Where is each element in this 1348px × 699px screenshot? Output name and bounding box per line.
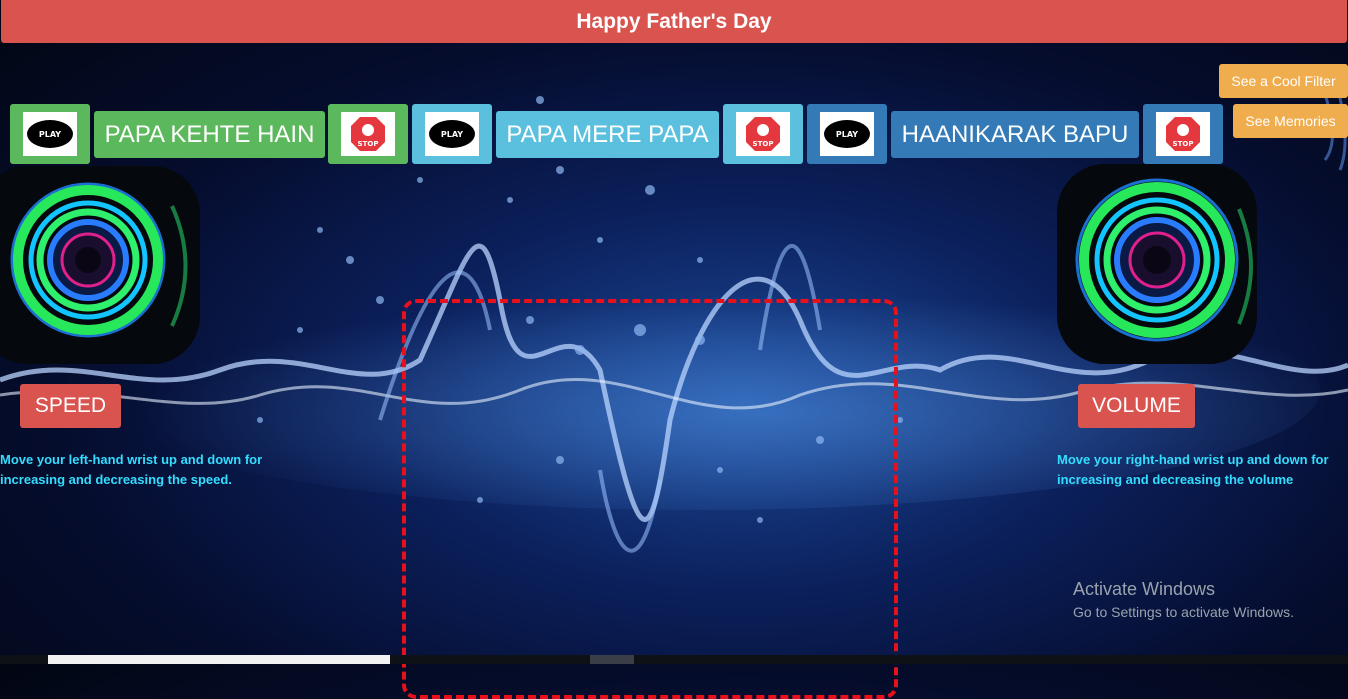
watermark-line-2: Go to Settings to activate Windows. bbox=[1073, 604, 1294, 620]
play-icon: PLAY bbox=[820, 112, 874, 156]
song-button-papa-kehte-hain[interactable]: PAPA KEHTE HAIN bbox=[94, 111, 325, 158]
speaker-icon bbox=[1057, 164, 1257, 364]
see-memories-label: See Memories bbox=[1245, 113, 1336, 129]
volume-instruction-line-1: Move your right-hand wrist up and down f… bbox=[1057, 452, 1329, 467]
song-title: PAPA MERE PAPA bbox=[506, 120, 709, 148]
svg-text:STOP: STOP bbox=[753, 140, 774, 148]
play-icon-label: PLAY bbox=[835, 129, 859, 139]
stop-button-song-2[interactable]: STOP bbox=[723, 104, 803, 164]
svg-text:STOP: STOP bbox=[358, 140, 379, 148]
play-icon: PLAY bbox=[425, 112, 479, 156]
play-icon-label: PLAY bbox=[440, 129, 464, 139]
svg-text:STOP: STOP bbox=[1173, 140, 1194, 148]
see-memories-button[interactable]: See Memories bbox=[1233, 104, 1348, 138]
cool-filter-label: See a Cool Filter bbox=[1231, 73, 1336, 89]
taskbar-active-app[interactable] bbox=[590, 655, 634, 664]
speaker-icon bbox=[0, 166, 200, 364]
speed-instruction-line-2: increasing and decreasing the speed. bbox=[0, 472, 232, 487]
speed-label: SPEED bbox=[34, 394, 107, 417]
cool-filter-button[interactable]: See a Cool Filter bbox=[1219, 64, 1348, 98]
page-header: Happy Father's Day bbox=[1, 0, 1347, 43]
stop-icon: STOP bbox=[736, 112, 790, 156]
play-button-song-2[interactable]: PLAY bbox=[412, 104, 492, 164]
activate-windows-watermark: Activate Windows Go to Settings to activ… bbox=[1073, 579, 1294, 620]
song-title: PAPA KEHTE HAIN bbox=[104, 120, 315, 148]
stop-button-song-1[interactable]: STOP bbox=[328, 104, 408, 164]
song-title: HAANIKARAK BAPU bbox=[901, 120, 1129, 148]
play-icon-label: PLAY bbox=[38, 129, 62, 139]
song-button-papa-mere-papa[interactable]: PAPA MERE PAPA bbox=[496, 111, 719, 158]
play-button-song-1[interactable]: PLAY bbox=[10, 104, 90, 164]
speed-instruction-line-1: Move your left-hand wrist up and down fo… bbox=[0, 452, 263, 467]
volume-label: VOLUME bbox=[1092, 394, 1181, 417]
taskbar-search-box[interactable] bbox=[48, 655, 390, 664]
volume-button[interactable]: VOLUME bbox=[1078, 384, 1195, 428]
page-title: Happy Father's Day bbox=[576, 9, 772, 33]
speed-button[interactable]: SPEED bbox=[20, 384, 121, 428]
stop-button-song-3[interactable]: STOP bbox=[1143, 104, 1223, 164]
volume-instruction-line-2: increasing and decreasing the volume bbox=[1057, 472, 1294, 487]
play-icon: PLAY bbox=[23, 112, 77, 156]
stop-icon: STOP bbox=[1156, 112, 1210, 156]
volume-instructions: Move your right-hand wrist up and down f… bbox=[1057, 450, 1348, 490]
stop-icon: STOP bbox=[341, 112, 395, 156]
play-button-song-3[interactable]: PLAY bbox=[807, 104, 887, 164]
song-button-haanikarak-bapu[interactable]: HAANIKARAK BAPU bbox=[891, 111, 1139, 158]
camera-detection-box bbox=[402, 299, 898, 699]
watermark-line-1: Activate Windows bbox=[1073, 579, 1216, 599]
speed-instructions: Move your left-hand wrist up and down fo… bbox=[0, 450, 330, 490]
